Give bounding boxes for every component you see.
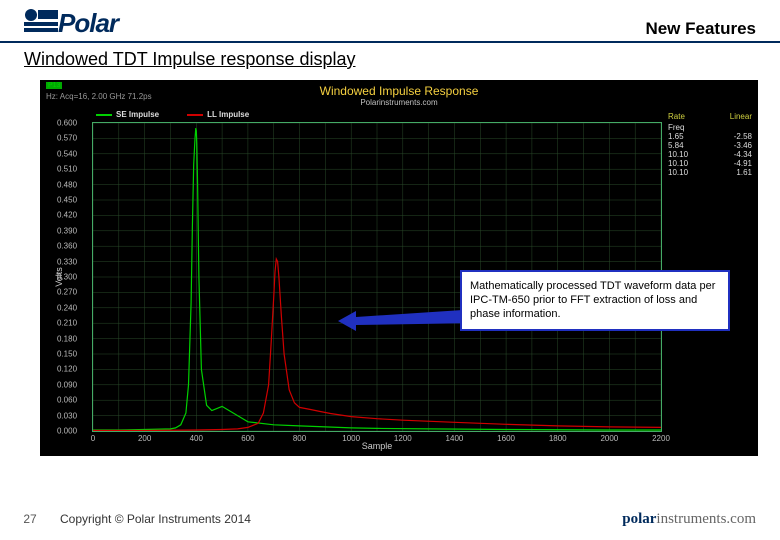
side-row: 10.10-4.91 [668,159,752,168]
x-tick: 2200 [652,434,670,443]
side-row: Freq [668,123,752,132]
logo: Polar [24,8,118,39]
y-tick: 0.180 [57,334,77,343]
side-h1: Rate [668,112,685,121]
header: Polar New Features [0,0,780,43]
side-panel-header: Rate Linear [668,112,752,121]
x-tick: 0 [91,434,95,443]
y-tick: 0.150 [57,350,77,359]
logo-icon [24,8,58,39]
legend-swatch-green [96,114,112,116]
y-tick: 0.330 [57,257,77,266]
side-h2: Linear [730,112,752,121]
callout-arrow-icon [338,305,478,331]
side-row: 1.65-2.58 [668,132,752,141]
legend-item-se: SE Impulse [96,110,159,119]
x-axis-label: Sample [362,441,393,451]
x-tick: 400 [190,434,203,443]
x-tick: 1200 [394,434,412,443]
copyright-text: Copyright © Polar Instruments 2014 [60,512,420,526]
y-tick: 0.300 [57,273,77,282]
callout-box: Mathematically processed TDT waveform da… [460,270,730,331]
x-tick: 2000 [600,434,618,443]
y-tick: 0.000 [57,427,77,436]
x-tick: 600 [241,434,254,443]
logo-text: Polar [58,8,118,39]
x-tick: 1800 [549,434,567,443]
side-row: 10.101.61 [668,168,752,177]
chart-config-text: Hz: Acq=16, 2.00 GHz 71.2ps [46,92,152,101]
x-tick: 200 [138,434,151,443]
legend-label-se: SE Impulse [116,110,159,119]
y-tick: 0.240 [57,303,77,312]
y-tick: 0.600 [57,119,77,128]
y-tick: 0.270 [57,288,77,297]
legend-item-ll: LL Impulse [187,110,249,119]
legend-swatch-red [187,114,203,116]
brand-a: polar [622,511,656,527]
y-tick: 0.360 [57,242,77,251]
legend-label-ll: LL Impulse [207,110,249,119]
side-row: 5.84-3.46 [668,141,752,150]
y-tick: 0.540 [57,149,77,158]
brand-footer: polarinstruments.com [622,511,756,528]
y-tick: 0.090 [57,380,77,389]
y-tick: 0.510 [57,165,77,174]
page-title: Windowed TDT Impulse response display [0,43,780,74]
header-title: New Features [645,19,756,39]
chart-container: P13 Hz: Acq=16, 2.00 GHz 71.2ps Windowed… [40,80,758,456]
y-tick: 0.210 [57,319,77,328]
y-tick: 0.060 [57,396,77,405]
chart-legend: SE Impulse LL Impulse [96,110,249,119]
y-tick: 0.420 [57,211,77,220]
side-row: 10.10-4.34 [668,150,752,159]
y-tick: 0.570 [57,134,77,143]
side-data-panel: Rate Linear Freq1.65-2.585.84-3.4610.10-… [668,112,752,177]
y-tick: 0.450 [57,196,77,205]
y-tick: 0.390 [57,226,77,235]
chart-badge: P13 [46,82,62,89]
y-tick: 0.120 [57,365,77,374]
x-tick: 1000 [342,434,360,443]
callout-text: Mathematically processed TDT waveform da… [470,280,715,320]
x-tick: 1400 [446,434,464,443]
page-number: 27 [0,512,60,526]
y-tick: 0.480 [57,180,77,189]
x-tick: 800 [293,434,306,443]
x-tick: 1600 [497,434,515,443]
brand-b: instruments.com [656,511,756,527]
y-tick: 0.030 [57,411,77,420]
